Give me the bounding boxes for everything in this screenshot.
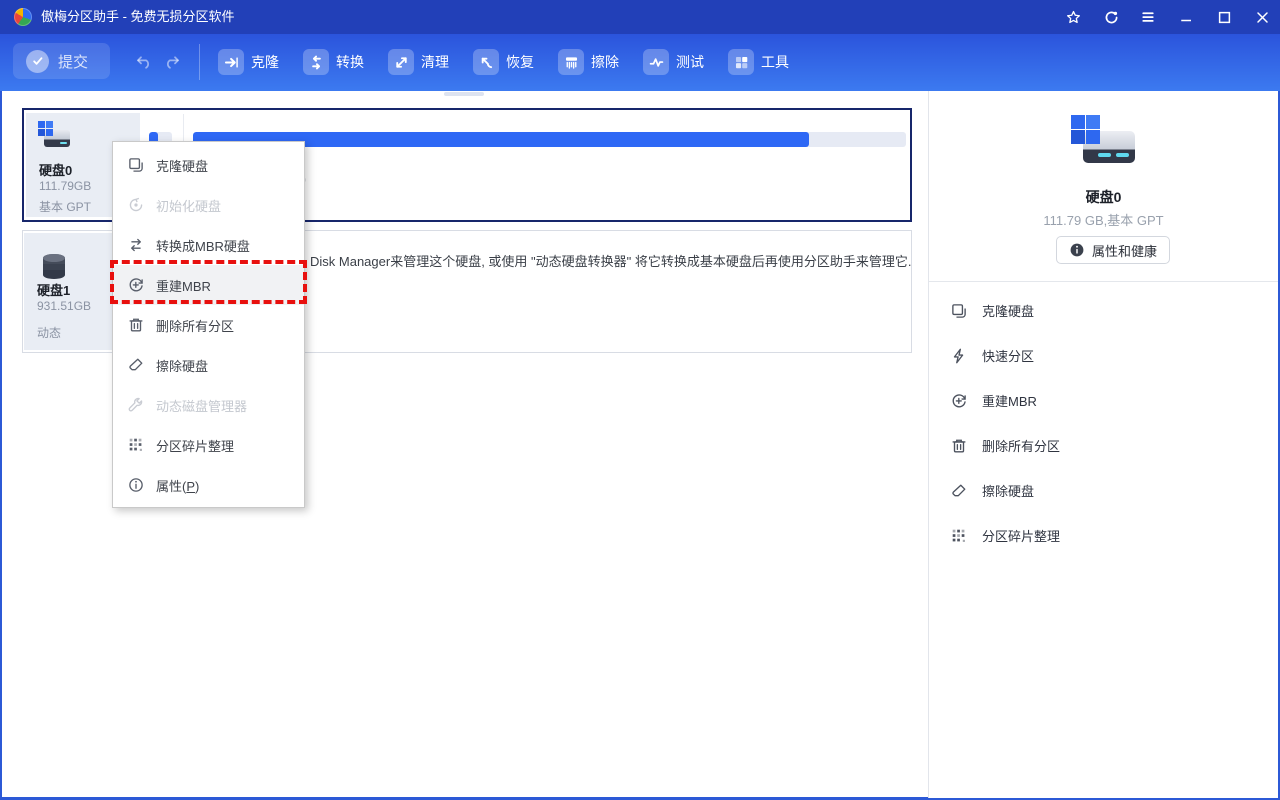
redo-button[interactable]	[161, 52, 182, 78]
sidebar-rule	[929, 281, 1278, 282]
favorite-star-icon[interactable]	[1063, 7, 1083, 27]
sidebar-disk-name: 硬盘0	[929, 187, 1278, 207]
wipe-disk-icon	[950, 482, 968, 500]
quick-partition-icon	[950, 347, 968, 365]
menu-item-defrag[interactable]: 分区碎片整理	[113, 425, 304, 465]
sidebar-action-wipe-disk[interactable]: 擦除硬盘	[950, 468, 1260, 513]
update-sync-icon[interactable]	[1101, 7, 1121, 27]
menu-item-dynamic-disk-manager[interactable]: 动态磁盘管理器	[113, 385, 304, 425]
properties-health-button[interactable]: 属性和健康	[1056, 236, 1170, 264]
aomei-partition-assistant-window: 傲梅分区助手 - 免费无损分区软件 提交	[0, 0, 1280, 800]
initialize-disk-icon	[127, 196, 145, 214]
toolbar: 提交 克隆 转换	[0, 34, 1280, 91]
toolbar-erase-label: 擦除	[591, 52, 619, 72]
horizontal-scrollbar-thumb[interactable]	[444, 92, 484, 96]
delete-all-partitions-icon	[950, 437, 968, 455]
sidebar-disk-detail: 111.79 GB,基本 GPT	[929, 210, 1278, 229]
wipe-disk-icon	[127, 356, 145, 374]
toolbar-test-label: 测试	[676, 52, 704, 72]
disk-context-menu: 克隆硬盘 初始化硬盘 转换成MBR硬盘 重建MBR 删除所有分区	[112, 141, 305, 508]
submit-button[interactable]: 提交	[13, 43, 110, 79]
disk0-icon	[38, 121, 72, 153]
tools-icon	[728, 49, 754, 75]
sidebar-action-quick-partition[interactable]: 快速分区	[950, 333, 1260, 378]
minimize-button[interactable]	[1176, 7, 1196, 27]
toolbar-convert-label: 转换	[336, 52, 364, 72]
sidebar-action-clone-disk[interactable]: 克隆硬盘	[950, 288, 1260, 333]
check-circle-icon	[26, 50, 49, 73]
menu-item-initialize-disk[interactable]: 初始化硬盘	[113, 185, 304, 225]
window-title: 傲梅分区助手 - 免费无损分区软件	[41, 0, 235, 34]
defrag-icon	[127, 436, 145, 454]
window-frame-left	[0, 91, 2, 800]
convert-to-mbr-icon	[127, 236, 145, 254]
recover-icon	[473, 49, 499, 75]
convert-icon	[303, 49, 329, 75]
toolbar-separator	[199, 44, 200, 80]
menu-item-delete-all-partitions[interactable]: 删除所有分区	[113, 305, 304, 345]
test-icon	[643, 49, 669, 75]
hamburger-menu-icon[interactable]	[1138, 7, 1158, 27]
maximize-button[interactable]	[1214, 7, 1234, 27]
close-button[interactable]	[1252, 7, 1272, 27]
disk1-size: 931.51GB	[37, 299, 91, 313]
sidebar-action-delete-all-partitions[interactable]: 删除所有分区	[950, 423, 1260, 468]
properties-icon	[127, 476, 145, 494]
clone-disk-icon	[127, 156, 145, 174]
menu-item-convert-to-mbr[interactable]: 转换成MBR硬盘	[113, 225, 304, 265]
sidebar-action-defrag[interactable]: 分区碎片整理	[950, 513, 1260, 558]
disk1-type: 动态	[37, 324, 61, 341]
toolbar-recover-label: 恢复	[506, 52, 534, 72]
sidebar-disk-icon	[1071, 115, 1137, 167]
dynamic-disk-manager-icon	[127, 396, 145, 414]
sidebar: 硬盘0 111.79 GB,基本 GPT 属性和健康 克隆硬盘 快速分区	[929, 91, 1278, 798]
rebuild-mbr-highlight-box	[110, 260, 307, 304]
submit-button-label: 提交	[58, 51, 88, 72]
toolbar-tools-label: 工具	[761, 52, 789, 72]
toolbar-clean-button[interactable]: 清理	[388, 49, 450, 75]
app-logo-icon	[14, 8, 32, 26]
disk0-name: 硬盘0	[39, 160, 72, 179]
menu-item-wipe-disk[interactable]: 擦除硬盘	[113, 345, 304, 385]
toolbar-test-button[interactable]: 测试	[643, 49, 705, 75]
disk0-size: 111.79GB	[39, 179, 91, 193]
erase-icon	[558, 49, 584, 75]
clean-icon	[388, 49, 414, 75]
clone-disk-icon	[950, 302, 968, 320]
toolbar-clean-label: 清理	[421, 52, 449, 72]
toolbar-convert-button[interactable]: 转换	[303, 49, 365, 75]
toolbar-clone-button[interactable]: 克隆	[218, 49, 280, 75]
toolbar-clone-label: 克隆	[251, 52, 279, 72]
toolbar-erase-button[interactable]: 擦除	[558, 49, 620, 75]
titlebar: 傲梅分区助手 - 免费无损分区软件	[0, 0, 1280, 34]
dynamic-disk-message: Disk Manager来管理这个硬盘, 或使用 "动态硬盘转换器" 将它转换成…	[310, 253, 920, 271]
menu-item-properties[interactable]: 属性(P)	[113, 465, 304, 505]
toolbar-recover-button[interactable]: 恢复	[473, 49, 535, 75]
info-circle-icon	[1069, 242, 1085, 258]
sidebar-action-rebuild-mbr[interactable]: 重建MBR	[950, 378, 1260, 423]
rebuild-mbr-icon	[950, 392, 968, 410]
disk1-name: 硬盘1	[37, 280, 70, 299]
delete-all-partitions-icon	[127, 316, 145, 334]
toolbar-tools-button[interactable]: 工具	[728, 49, 790, 75]
defrag-icon	[950, 527, 968, 545]
menu-item-clone-disk[interactable]: 克隆硬盘	[113, 145, 304, 185]
disk0-type: 基本 GPT	[39, 198, 91, 215]
clone-icon	[218, 49, 244, 75]
undo-button[interactable]	[134, 52, 155, 78]
disk1-icon	[40, 253, 70, 279]
